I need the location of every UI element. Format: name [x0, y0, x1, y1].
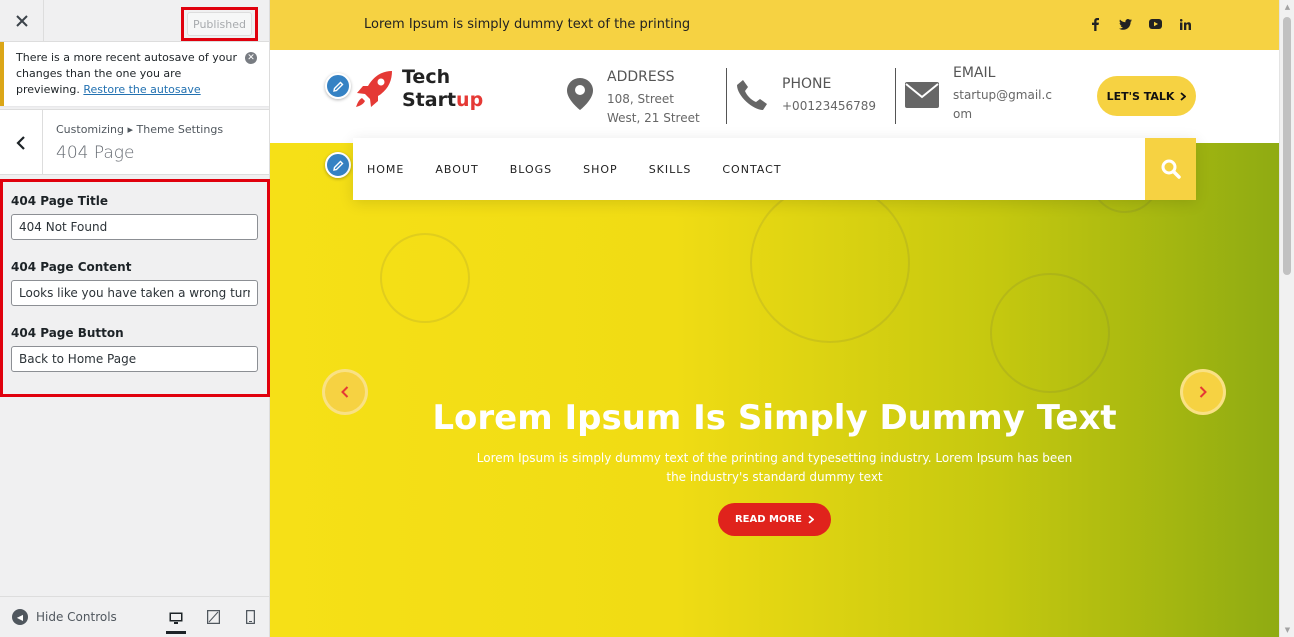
- envelope-icon: [905, 82, 939, 108]
- map-pin-icon: [567, 78, 593, 110]
- address-value: 108, Street West, 21 Street: [607, 92, 700, 125]
- chevron-left-icon: [16, 135, 25, 150]
- main-navigation: HOME ABOUT BLOGS SHOP SKILLS CONTACT: [353, 138, 1196, 200]
- edit-shortcut-menu[interactable]: [325, 152, 351, 178]
- customizer-footer: ◀ Hide Controls: [0, 596, 269, 637]
- background-graphic: [380, 233, 470, 323]
- control-404-content: 404 Page Content: [11, 259, 258, 306]
- customizer-header: Published: [0, 0, 269, 42]
- read-more-button[interactable]: READ MORE: [718, 503, 831, 536]
- hide-controls-label: Hide Controls: [36, 610, 117, 624]
- email-block: EMAIL startup@gmail.com: [905, 64, 1057, 124]
- facebook-icon[interactable]: [1088, 16, 1102, 32]
- top-bar: Lorem Ipsum is simply dummy text of the …: [270, 0, 1279, 50]
- pencil-icon: [332, 81, 343, 92]
- control-404-title: 404 Page Title: [11, 193, 258, 240]
- 404-button-input[interactable]: [11, 346, 258, 372]
- phone-block: PHONE +00123456789: [736, 75, 876, 116]
- close-customizer-button[interactable]: [0, 0, 44, 42]
- divider: [726, 68, 727, 124]
- search-button[interactable]: [1145, 138, 1196, 200]
- nav-blogs[interactable]: BLOGS: [510, 163, 552, 176]
- logo-start: Start: [402, 89, 457, 111]
- address-block: ADDRESS 108, Street West, 21 Street: [567, 68, 711, 128]
- social-links: [1088, 16, 1192, 32]
- device-mobile-button[interactable]: [240, 607, 260, 627]
- phone-label: PHONE: [782, 76, 832, 92]
- hero-title: Lorem Ipsum Is Simply Dummy Text: [432, 398, 1117, 438]
- background-graphic: [990, 273, 1110, 393]
- hero-subtitle: Lorem Ipsum is simply dummy text of the …: [476, 451, 1073, 484]
- youtube-icon[interactable]: [1148, 16, 1162, 32]
- controls-highlight: 404 Page Title 404 Page Content 404 Page…: [0, 179, 270, 397]
- divider: [895, 68, 896, 124]
- pencil-icon: [332, 160, 343, 171]
- dismiss-icon[interactable]: ✕: [245, 52, 257, 64]
- device-desktop-button[interactable]: [166, 606, 186, 634]
- desktop-icon: [169, 612, 183, 624]
- background-graphic: [750, 183, 910, 343]
- lets-talk-label: LET'S TALK: [1106, 89, 1175, 103]
- nav-about[interactable]: ABOUT: [435, 163, 478, 176]
- nav-shop[interactable]: SHOP: [583, 163, 618, 176]
- device-tablet-button[interactable]: [203, 607, 223, 627]
- section-header: Customizing ▸ Theme Settings 404 Page: [0, 109, 269, 175]
- scroll-thumb[interactable]: [1283, 17, 1291, 275]
- search-icon: [1161, 159, 1181, 179]
- restore-autosave-link[interactable]: Restore the autosave: [83, 83, 200, 96]
- close-icon: [15, 15, 28, 27]
- scroll-down-icon[interactable]: ▼: [1283, 626, 1292, 634]
- chevron-right-icon: [808, 515, 815, 524]
- edit-shortcut-logo[interactable]: [325, 73, 351, 99]
- address-label: ADDRESS: [607, 69, 675, 85]
- site-preview: Lorem Ipsum is simply dummy text of the …: [270, 0, 1279, 637]
- 404-title-input[interactable]: [11, 214, 258, 240]
- nav-home[interactable]: HOME: [367, 163, 404, 176]
- logo-line-1: Tech: [402, 66, 451, 88]
- logo-up: up: [456, 89, 484, 111]
- chevron-right-icon: [1180, 91, 1187, 101]
- collapse-icon: ◀: [12, 609, 28, 625]
- site-logo[interactable]: Tech Startup: [352, 66, 483, 112]
- hero-slider: Lorem Ipsum Is Simply Dummy Text Lorem I…: [270, 143, 1279, 637]
- preview-scrollbar[interactable]: ▲ ▼: [1279, 0, 1294, 637]
- site-header: Tech Startup ADDRESS 108, Street West, 2…: [270, 50, 1279, 143]
- nav-menu: HOME ABOUT BLOGS SHOP SKILLS CONTACT: [367, 163, 813, 176]
- phone-icon: [737, 80, 767, 110]
- autosave-notice: There is a more recent autosave of your …: [0, 42, 269, 106]
- twitter-icon[interactable]: [1118, 16, 1132, 32]
- topbar-text: Lorem Ipsum is simply dummy text of the …: [364, 17, 691, 32]
- control-404-button: 404 Page Button: [11, 325, 258, 372]
- mobile-icon: [245, 610, 255, 624]
- back-button[interactable]: [0, 110, 43, 175]
- tablet-icon: [206, 610, 220, 624]
- hide-controls-button[interactable]: ◀ Hide Controls: [12, 609, 117, 625]
- publish-button[interactable]: Published: [187, 12, 252, 36]
- nav-contact[interactable]: CONTACT: [722, 163, 781, 176]
- email-label: EMAIL: [953, 65, 996, 81]
- logo-line-2: Startup: [402, 89, 483, 112]
- logo-text: Tech Startup: [402, 66, 483, 112]
- publish-highlight: Published: [181, 7, 258, 41]
- email-value: startup@gmail.com: [953, 88, 1052, 121]
- breadcrumb: Customizing ▸ Theme Settings: [56, 123, 224, 136]
- chevron-right-icon: [1199, 386, 1207, 398]
- field-label: 404 Page Button: [11, 326, 124, 340]
- chevron-left-icon: [341, 386, 349, 398]
- section-title: 404 Page: [56, 143, 135, 163]
- rocket-icon: [356, 71, 392, 107]
- 404-content-input[interactable]: [11, 280, 258, 306]
- field-label: 404 Page Title: [11, 194, 108, 208]
- phone-value: +00123456789: [782, 99, 877, 113]
- read-more-label: READ MORE: [734, 514, 803, 525]
- lets-talk-button[interactable]: LET'S TALK: [1097, 76, 1196, 116]
- nav-skills[interactable]: SKILLS: [649, 163, 692, 176]
- customizer-sidebar: Published There is a more recent autosav…: [0, 0, 270, 637]
- scroll-up-icon[interactable]: ▲: [1283, 3, 1292, 11]
- linkedin-icon[interactable]: [1178, 16, 1192, 32]
- field-label: 404 Page Content: [11, 260, 132, 274]
